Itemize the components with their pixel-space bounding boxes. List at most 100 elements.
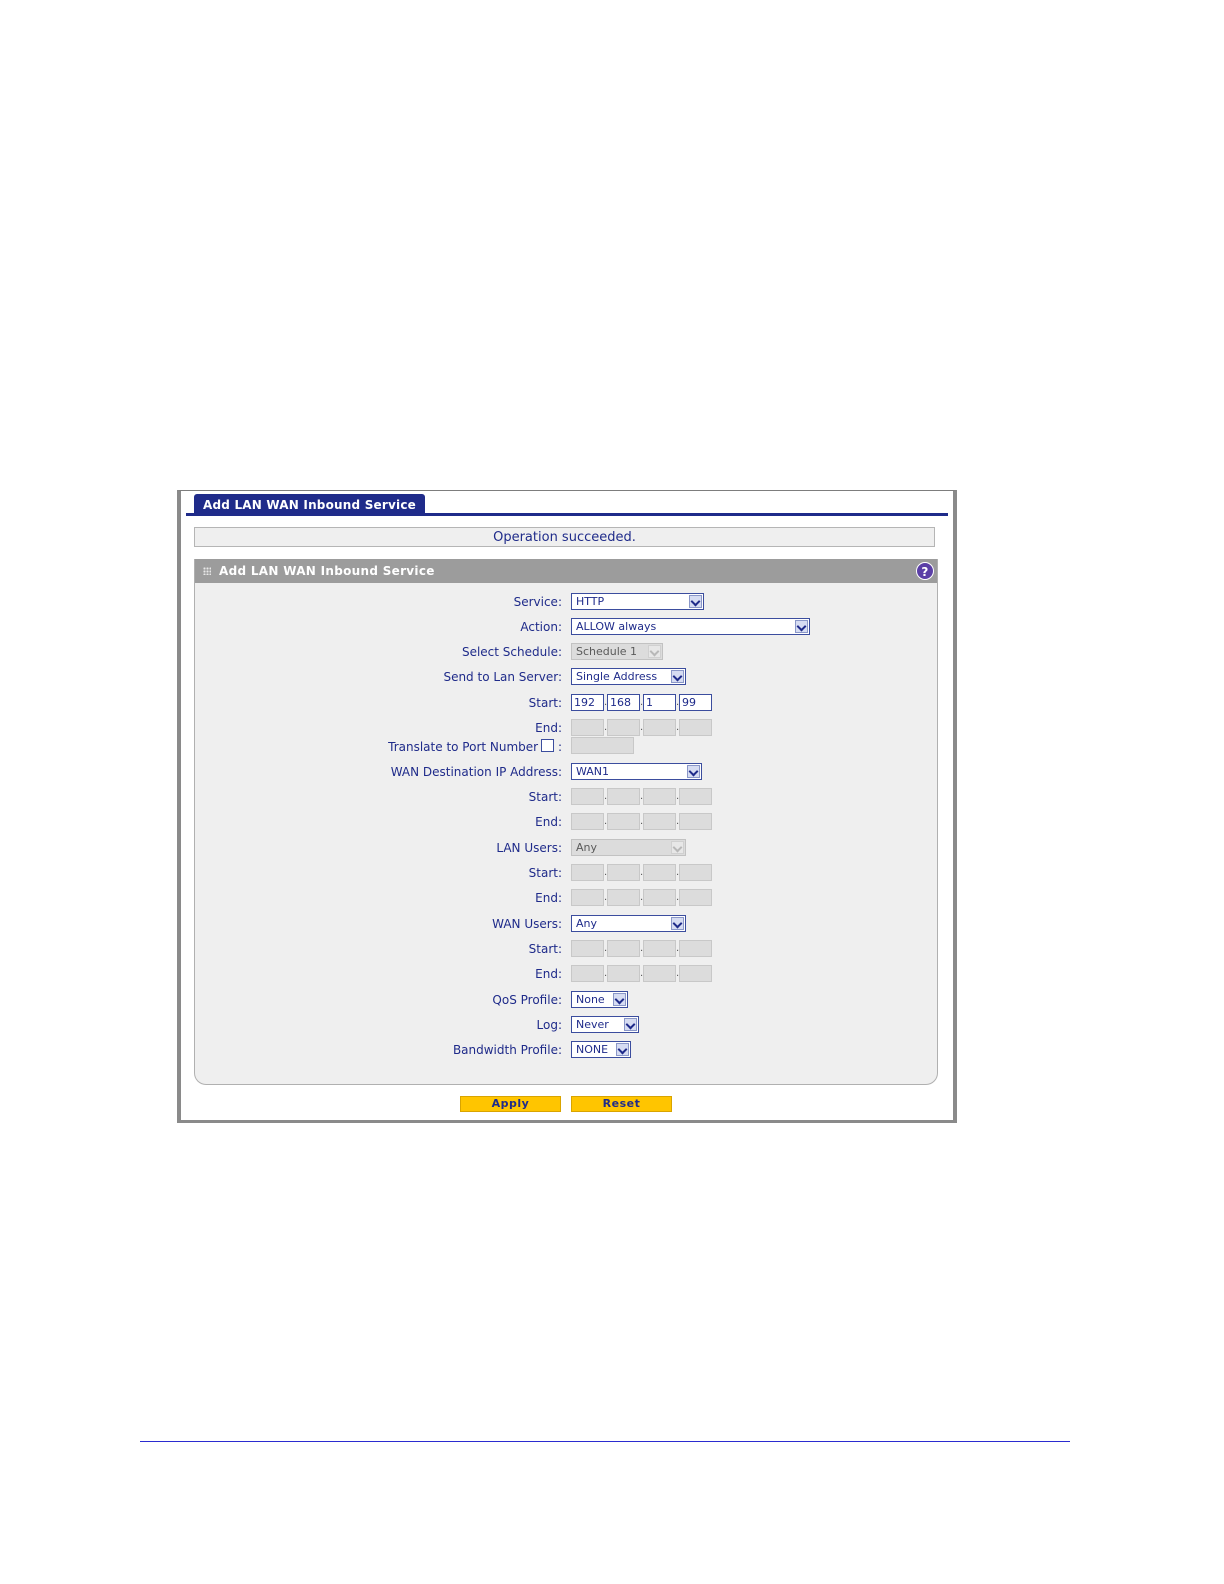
ip-octet-1[interactable] bbox=[571, 864, 604, 881]
schedule-select[interactable]: Schedule 1 bbox=[571, 643, 663, 660]
ip-octet-3[interactable] bbox=[643, 940, 676, 957]
chevron-down-icon bbox=[671, 917, 684, 930]
row-lan-users-start: Start: . . . bbox=[195, 864, 939, 884]
translate-port-input[interactable] bbox=[571, 737, 634, 754]
lan-server-start-ip: 192. 168. 1. 99 bbox=[571, 694, 712, 711]
ip-octet-4[interactable] bbox=[679, 719, 712, 736]
wan-destination-select[interactable]: WAN1 bbox=[571, 763, 702, 780]
ip-octet-2[interactable] bbox=[607, 719, 640, 736]
ip-octet-2[interactable] bbox=[607, 864, 640, 881]
bandwidth-profile-label: Bandwidth Profile: bbox=[452, 1043, 562, 1057]
lan-users-value: Any bbox=[576, 841, 598, 854]
wan-users-end-ip: . . . bbox=[571, 965, 712, 982]
ip-octet-1[interactable] bbox=[571, 965, 604, 982]
ip-octet-2[interactable] bbox=[607, 813, 640, 830]
ip-octet-4[interactable] bbox=[679, 889, 712, 906]
lan-server-end-label: End: bbox=[535, 721, 562, 735]
ip-octet-1[interactable] bbox=[571, 788, 604, 805]
ip-octet-3[interactable] bbox=[643, 813, 676, 830]
row-wan-users-start: Start: . . . bbox=[195, 940, 939, 960]
ip-octet-3[interactable] bbox=[643, 788, 676, 805]
row-wan-users: WAN Users: Any bbox=[195, 915, 939, 935]
ip-octet-3[interactable] bbox=[643, 965, 676, 982]
chevron-down-icon bbox=[624, 1018, 637, 1031]
action-label: Action: bbox=[520, 620, 562, 634]
lan-users-start-label: Start: bbox=[528, 866, 562, 880]
wan-users-select[interactable]: Any bbox=[571, 915, 686, 932]
ip-octet-4[interactable] bbox=[679, 940, 712, 957]
footer-rule bbox=[140, 1441, 1070, 1442]
ip-octet-4[interactable] bbox=[679, 864, 712, 881]
ip-octet-2[interactable] bbox=[607, 889, 640, 906]
lan-users-end-label: End: bbox=[535, 891, 562, 905]
bandwidth-profile-value: NONE bbox=[576, 1043, 609, 1056]
log-value: Never bbox=[576, 1018, 609, 1031]
chevron-down-icon bbox=[687, 765, 700, 778]
ip-octet-3[interactable] bbox=[643, 719, 676, 736]
help-icon[interactable]: ? bbox=[916, 562, 934, 580]
ip-octet-1[interactable] bbox=[571, 940, 604, 957]
apply-button[interactable]: Apply bbox=[460, 1096, 561, 1112]
service-select[interactable]: HTTP bbox=[571, 593, 704, 610]
service-value: HTTP bbox=[576, 595, 605, 608]
action-select[interactable]: ALLOW always bbox=[571, 618, 810, 635]
wan-users-value: Any bbox=[576, 917, 598, 930]
ip-octet-1[interactable]: 192 bbox=[571, 694, 604, 711]
lan-users-end-ip: . . . bbox=[571, 889, 712, 906]
row-lan-users-end: End: . . . bbox=[195, 889, 939, 909]
row-translate-port: Translate to Port Number : bbox=[195, 737, 939, 757]
ip-octet-4[interactable]: 99 bbox=[679, 694, 712, 711]
lan-server-end-ip: . . . bbox=[571, 719, 712, 736]
chevron-down-icon bbox=[616, 1043, 629, 1056]
panel-title: Add LAN WAN Inbound Service bbox=[219, 564, 435, 578]
window-tab[interactable]: Add LAN WAN Inbound Service bbox=[194, 494, 425, 515]
log-label: Log: bbox=[536, 1018, 562, 1032]
ip-octet-1[interactable] bbox=[571, 813, 604, 830]
ip-octet-3[interactable] bbox=[643, 864, 676, 881]
ip-octet-4[interactable] bbox=[679, 788, 712, 805]
wan-users-start-ip: . . . bbox=[571, 940, 712, 957]
log-select[interactable]: Never bbox=[571, 1016, 639, 1033]
action-value: ALLOW always bbox=[576, 620, 657, 633]
row-lan-server-start: Start: 192. 168. 1. 99 bbox=[195, 694, 939, 714]
wan-users-end-label: End: bbox=[535, 967, 562, 981]
row-action: Action: ALLOW always bbox=[195, 618, 939, 638]
translate-port-label-group: Translate to Port Number : bbox=[388, 739, 562, 754]
ip-octet-4[interactable] bbox=[679, 965, 712, 982]
lan-users-start-ip: . . . bbox=[571, 864, 712, 881]
wan-dest-end-label: End: bbox=[535, 815, 562, 829]
bandwidth-profile-select[interactable]: NONE bbox=[571, 1041, 631, 1058]
ip-octet-2[interactable]: 168 bbox=[607, 694, 640, 711]
translate-port-label: Translate to Port Number bbox=[388, 740, 539, 754]
wan-destination-value: WAN1 bbox=[576, 765, 610, 778]
qos-profile-select[interactable]: None bbox=[571, 991, 628, 1008]
ip-octet-2[interactable] bbox=[607, 788, 640, 805]
status-message: Operation succeeded. bbox=[194, 527, 935, 547]
chevron-down-icon bbox=[671, 841, 684, 854]
lan-server-start-label: Start: bbox=[528, 696, 562, 710]
row-wan-dest-end: End: . . . bbox=[195, 813, 939, 833]
row-wan-dest-start: Start: . . . bbox=[195, 788, 939, 808]
row-wan-users-end: End: . . . bbox=[195, 965, 939, 985]
row-send-to-lan-server: Send to Lan Server: Single Address bbox=[195, 668, 939, 688]
ip-octet-1[interactable] bbox=[571, 889, 604, 906]
chevron-down-icon bbox=[795, 620, 808, 633]
ip-octet-2[interactable] bbox=[607, 940, 640, 957]
ip-octet-3[interactable]: 1 bbox=[643, 694, 676, 711]
lan-users-label: LAN Users: bbox=[496, 841, 562, 855]
chevron-down-icon bbox=[689, 595, 702, 608]
send-to-lan-server-select[interactable]: Single Address bbox=[571, 668, 686, 685]
ip-octet-4[interactable] bbox=[679, 813, 712, 830]
wan-users-label: WAN Users: bbox=[492, 917, 562, 931]
ip-octet-2[interactable] bbox=[607, 965, 640, 982]
ip-octet-3[interactable] bbox=[643, 889, 676, 906]
qos-profile-value: None bbox=[576, 993, 605, 1006]
row-schedule: Select Schedule: Schedule 1 bbox=[195, 643, 939, 663]
translate-port-checkbox[interactable] bbox=[541, 739, 555, 752]
row-lan-users: LAN Users: Any bbox=[195, 839, 939, 859]
lan-users-select[interactable]: Any bbox=[571, 839, 686, 856]
ip-octet-1[interactable] bbox=[571, 719, 604, 736]
reset-button[interactable]: Reset bbox=[571, 1096, 672, 1112]
chevron-down-icon bbox=[671, 670, 684, 683]
row-qos-profile: QoS Profile: None bbox=[195, 991, 939, 1011]
